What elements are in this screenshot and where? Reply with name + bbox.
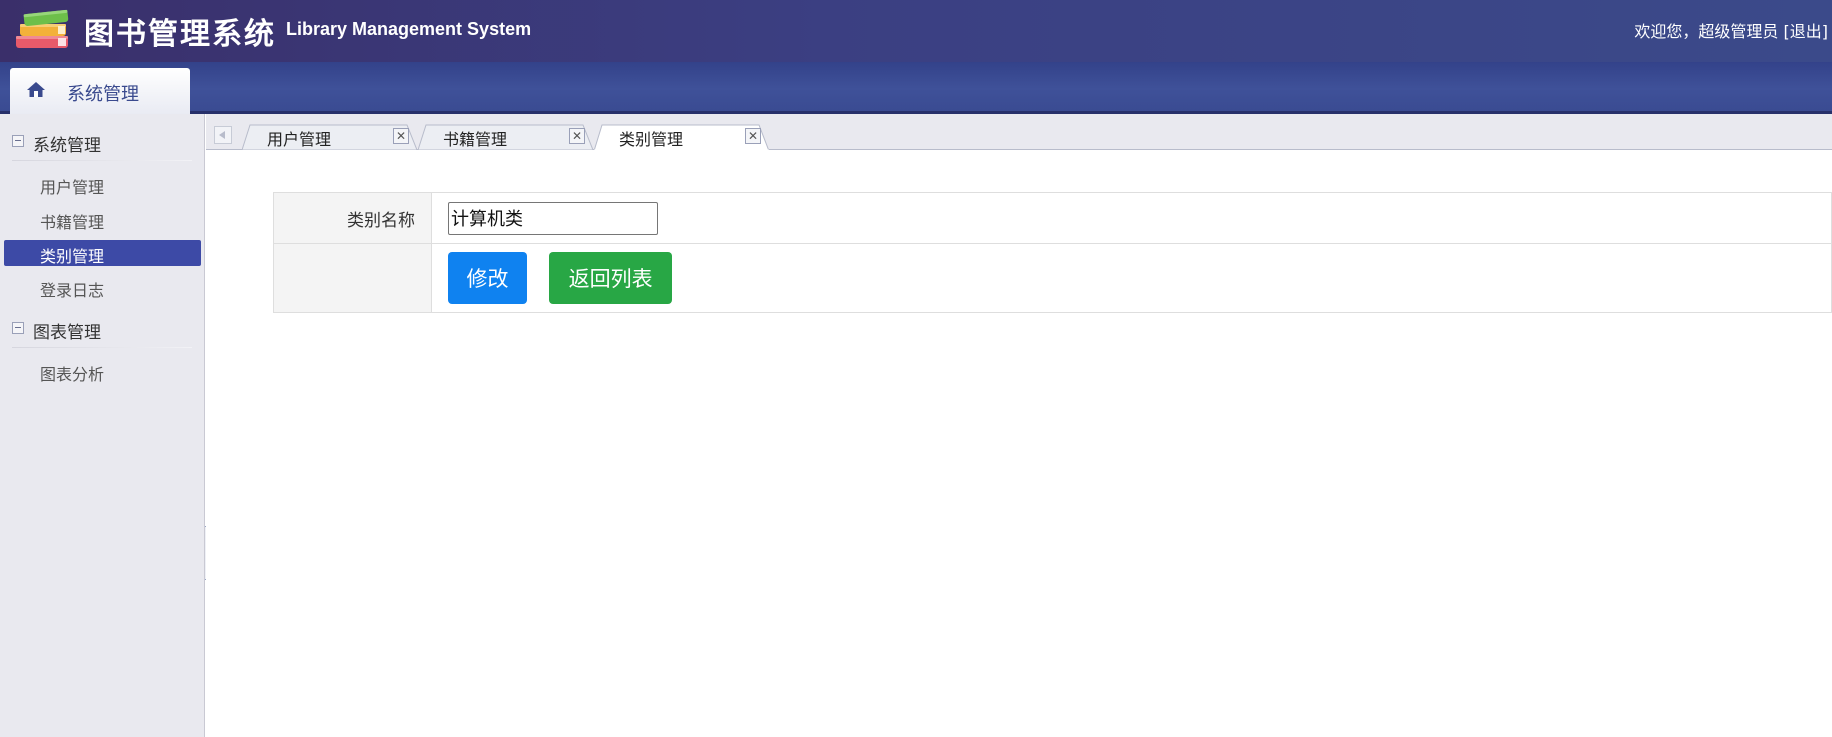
sidebar-group-label: 系统管理 — [33, 136, 101, 156]
empty-label-cell — [273, 243, 432, 313]
sidebar-item-label: 书籍管理 — [40, 213, 105, 232]
form-row: 类别名称 — [273, 192, 1832, 244]
sidebar-item-label: 类别管理 — [40, 247, 105, 266]
category-name-label: 类别名称 — [273, 192, 432, 244]
top-nav-bar: 系统管理 — [0, 62, 1832, 114]
welcome-text: 欢迎您，超级管理员 — [1634, 22, 1779, 41]
app-header: 图书管理系统 Library Management System 欢迎您，超级管… — [0, 0, 1832, 62]
nav-tab-system-management[interactable]: 系统管理 — [10, 68, 190, 114]
form-actions-cell: 修改 返回列表 — [431, 243, 1832, 313]
logout-link[interactable]: [退出] — [1784, 22, 1829, 41]
collapse-minus-icon[interactable] — [12, 322, 24, 334]
sidebar-item-login-log[interactable]: 登录日志 — [4, 274, 201, 300]
divider — [12, 347, 192, 348]
app-subtitle: Library Management System — [286, 19, 532, 39]
main-content: 类别名称 修改 返回列表 — [206, 151, 1832, 737]
home-icon — [27, 82, 45, 97]
tab-strip: 用户管理 ✕ 书籍管理 ✕ 类别管理 ✕ — [206, 114, 1832, 151]
close-icon[interactable]: ✕ — [745, 128, 761, 144]
sidebar-item-label: 图表分析 — [40, 365, 105, 384]
tab-scroll-left-icon[interactable] — [214, 126, 232, 144]
books-logo-icon — [16, 9, 69, 48]
tab-users[interactable]: 用户管理 ✕ — [242, 124, 417, 150]
tab-label: 类别管理 — [619, 130, 684, 149]
tab-label: 用户管理 — [267, 130, 332, 149]
sidebar: 系统管理 用户管理 书籍管理 类别管理 登录日志 图表管理 图表分析 — [0, 114, 205, 737]
tab-label: 书籍管理 — [443, 130, 508, 149]
sidebar-item-users[interactable]: 用户管理 — [4, 171, 201, 197]
sidebar-item-label: 登录日志 — [40, 281, 105, 300]
app-title: 图书管理系统 — [84, 17, 276, 52]
sidebar-item-books[interactable]: 书籍管理 — [4, 206, 201, 232]
collapse-minus-icon[interactable] — [12, 135, 24, 147]
sidebar-item-label: 用户管理 — [40, 178, 105, 197]
category-name-input[interactable] — [448, 201, 658, 235]
sidebar-group-label: 图表管理 — [33, 323, 101, 343]
sidebar-item-categories[interactable]: 类别管理 — [4, 240, 201, 266]
close-icon[interactable]: ✕ — [569, 128, 585, 144]
welcome-area: 欢迎您，超级管理员 [退出] — [1634, 18, 1828, 42]
modify-button[interactable]: 修改 — [448, 252, 527, 304]
tab-books[interactable]: 书籍管理 ✕ — [418, 124, 593, 150]
form-row: 修改 返回列表 — [273, 243, 1832, 313]
back-to-list-button[interactable]: 返回列表 — [549, 252, 673, 304]
close-icon[interactable]: ✕ — [393, 128, 409, 144]
divider — [12, 160, 192, 161]
tab-categories[interactable]: 类别管理 ✕ — [594, 124, 769, 151]
sidebar-item-chart-analysis[interactable]: 图表分析 — [4, 358, 201, 384]
category-edit-form: 类别名称 修改 返回列表 — [273, 192, 1832, 313]
form-field-cell — [431, 192, 1832, 244]
nav-tab-label: 系统管理 — [67, 84, 139, 105]
